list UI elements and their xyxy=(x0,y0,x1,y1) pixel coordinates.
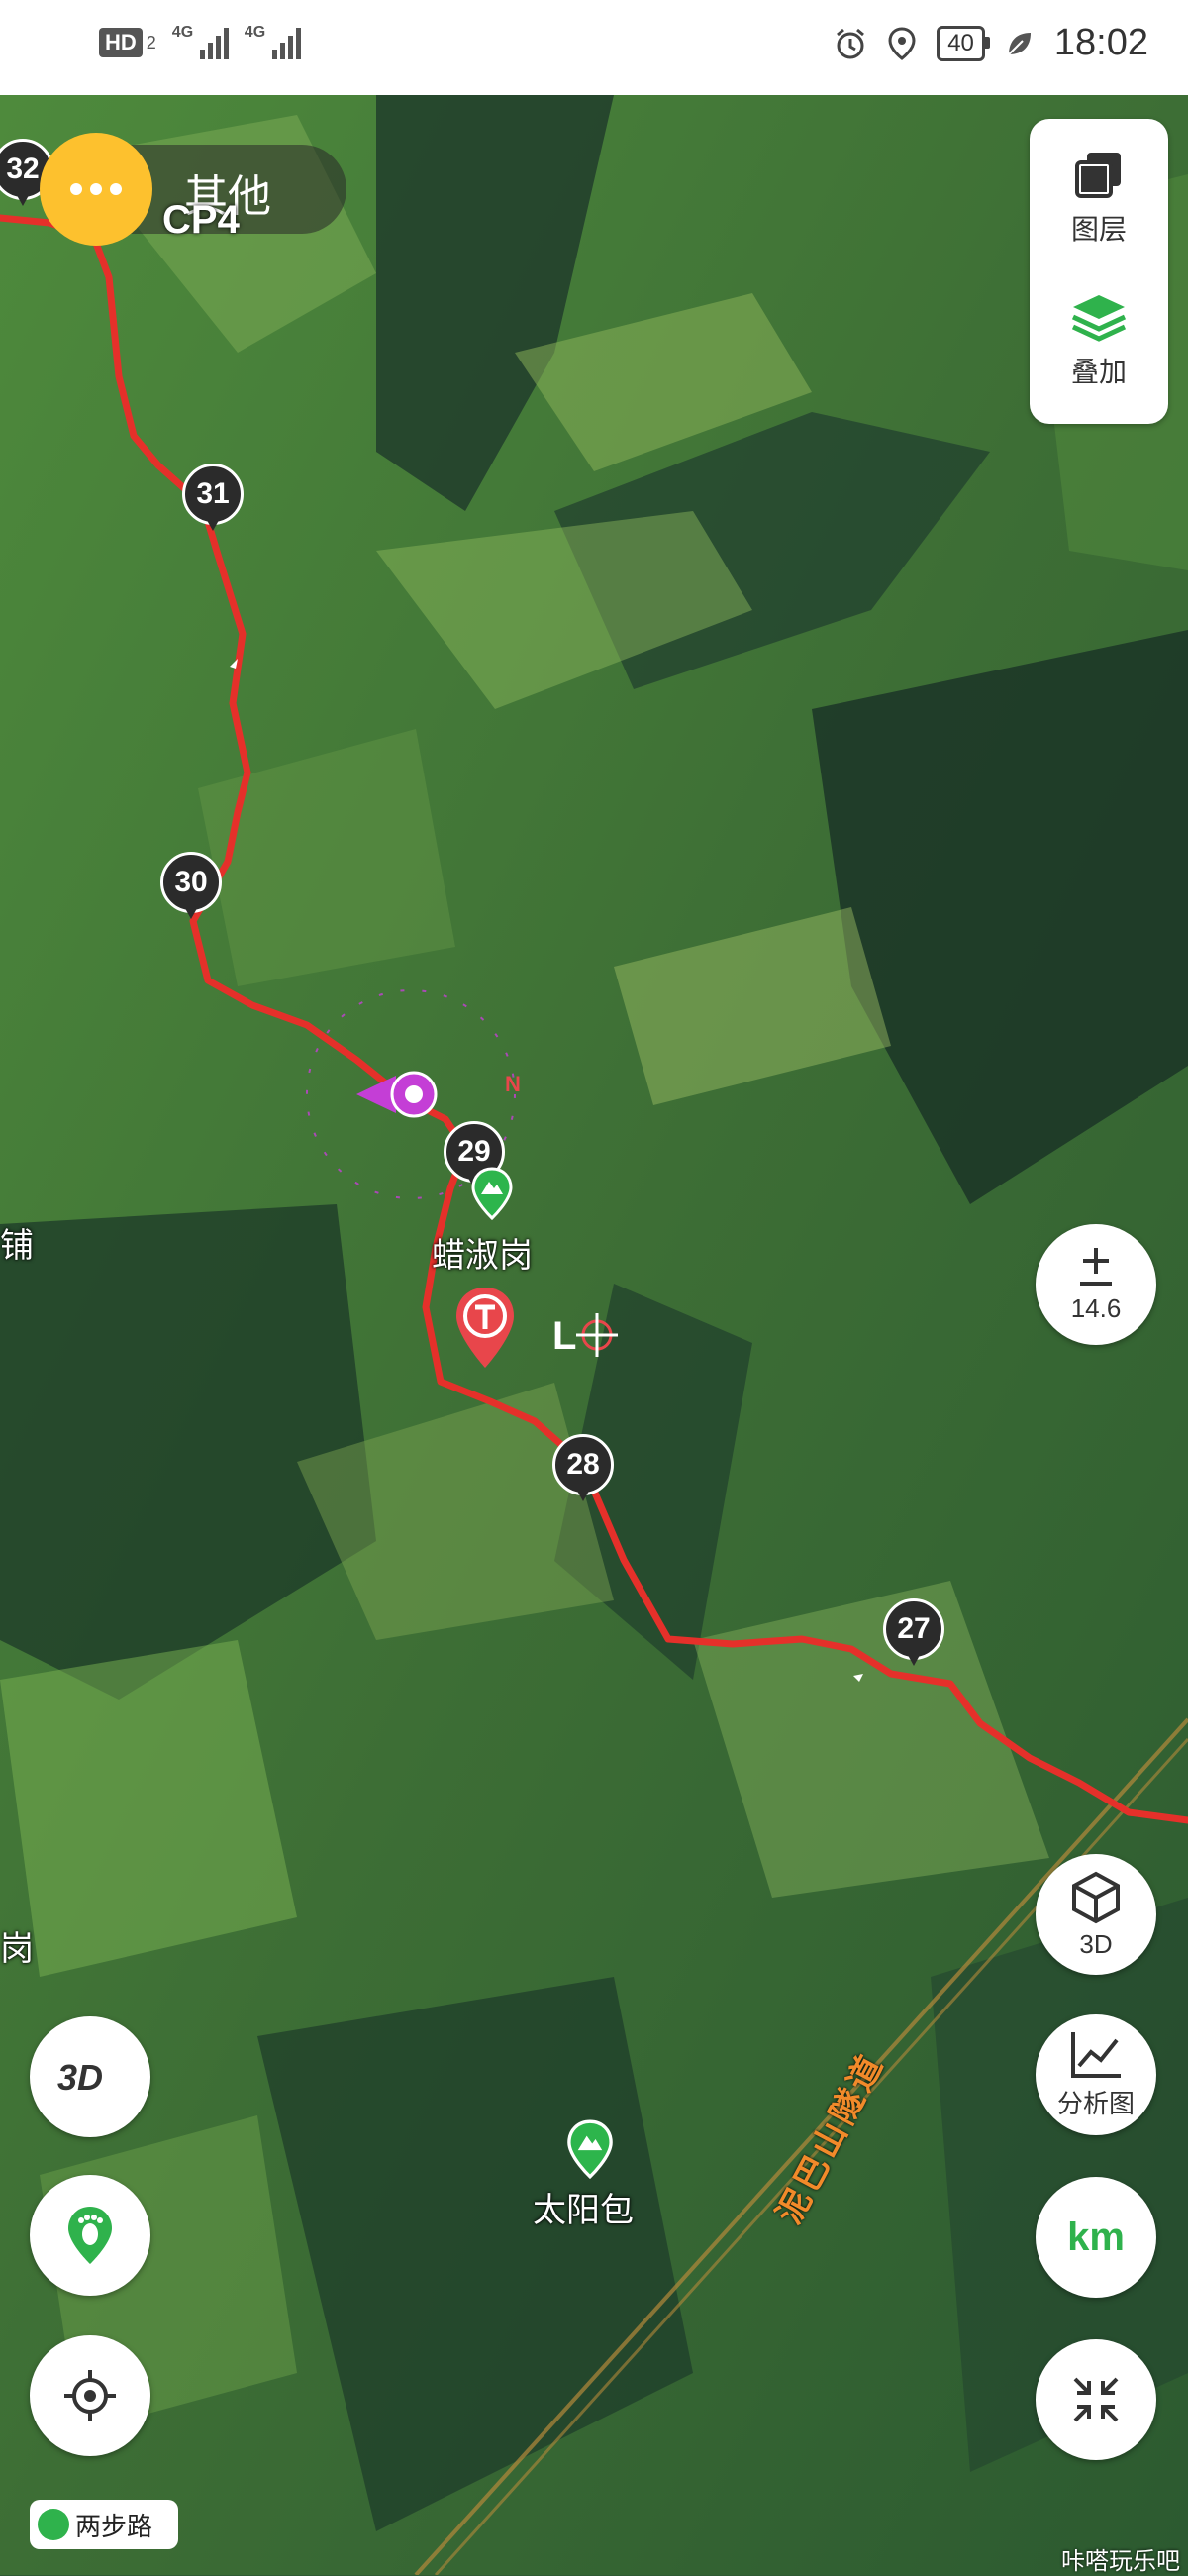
svg-text:L: L xyxy=(552,1314,576,1358)
battery-icon: 40 xyxy=(937,25,990,61)
dot-icon xyxy=(70,183,82,195)
hd-sub: 2 xyxy=(146,32,156,52)
status-bar: HD 2 4G 4G 40 18:02 xyxy=(0,0,1188,95)
place-label-taiyangbao: 太阳包 xyxy=(533,2192,634,2229)
checkpoint-label: CP4 xyxy=(162,198,240,242)
crosshair-icon: L xyxy=(552,1305,632,1370)
map-overlay: N 32 31 30 29 28 27 L 铺 蜡淑岗 岗 太阳包 泥巴山隧道 xyxy=(0,0,1188,2575)
locate-me-button[interactable] xyxy=(30,2335,150,2456)
overlay-button[interactable]: 叠加 xyxy=(1030,271,1168,410)
line-chart-icon xyxy=(1071,2031,1121,2078)
plus-minus-icon xyxy=(1080,1247,1112,1286)
place-label: 铺 xyxy=(0,1227,34,1265)
layers-icon xyxy=(1075,153,1121,198)
brand-logo: 两步路 xyxy=(30,2500,178,2549)
layers-panel: 图层 叠加 xyxy=(1030,119,1168,424)
brand-name: 两步路 xyxy=(75,2511,153,2541)
place-label-peak: 蜡淑岗 xyxy=(432,1237,533,1275)
km-marker-27[interactable]: 27 xyxy=(883,1598,944,1672)
footprint-icon xyxy=(68,2207,112,2264)
layers-label: 图层 xyxy=(1070,214,1127,245)
stack-icon xyxy=(1071,295,1127,342)
collapse-arrows-icon xyxy=(1073,2377,1119,2422)
zoom-level: 14.6 xyxy=(1070,1292,1122,1323)
3d-label: 3D xyxy=(1079,1928,1113,1959)
signal-icon: 4G xyxy=(172,24,229,59)
place-label: 岗 xyxy=(0,1930,34,1968)
3d-text-icon: 3D xyxy=(57,2057,103,2098)
compass-north-label: N xyxy=(505,1072,521,1096)
route-track xyxy=(0,214,1188,1824)
clock: 18:02 xyxy=(1053,22,1148,63)
dot-icon xyxy=(90,183,102,195)
layers-button[interactable]: 图层 xyxy=(1030,129,1168,267)
cube-icon xyxy=(1072,1871,1120,1923)
unit-label: km xyxy=(1067,2215,1125,2259)
3d-button[interactable]: 3D xyxy=(1036,1854,1156,1975)
footprint-button[interactable] xyxy=(30,2175,150,2296)
km-marker-28[interactable]: 28 xyxy=(552,1434,614,1507)
location-icon xyxy=(885,26,919,60)
more-options-button[interactable] xyxy=(40,133,152,246)
dot-icon xyxy=(110,183,122,195)
analysis-chart-button[interactable]: 分析图 xyxy=(1036,2014,1156,2135)
hd-voice-indicator: HD xyxy=(99,28,143,57)
current-location-marker xyxy=(356,1070,446,1119)
watermark: 咔嗒玩乐吧 xyxy=(1061,2548,1180,2575)
mountain-peak-icon[interactable] xyxy=(469,1167,515,1225)
km-marker-30[interactable]: 30 xyxy=(160,852,222,925)
svg-text:3D: 3D xyxy=(57,2057,103,2098)
signal-icon-2: 4G xyxy=(245,24,301,59)
leaf-icon xyxy=(1003,27,1037,60)
mountain-peak-icon[interactable] xyxy=(564,2119,616,2184)
alarm-icon xyxy=(834,27,867,60)
target-icon xyxy=(64,2370,116,2421)
3d-terrain-button[interactable]: 3D xyxy=(30,2016,150,2137)
unit-toggle-button[interactable]: km xyxy=(1036,2177,1156,2298)
collapse-button[interactable] xyxy=(1036,2339,1156,2460)
overlay-label: 叠加 xyxy=(1070,357,1127,387)
trailhead-poi-icon[interactable] xyxy=(453,1286,517,1376)
km-marker-31[interactable]: 31 xyxy=(182,464,244,537)
analysis-label: 分析图 xyxy=(1056,2088,1135,2118)
direction-arrow xyxy=(853,1674,863,1682)
brand-icon xyxy=(38,2509,69,2540)
zoom-button[interactable]: 14.6 xyxy=(1036,1224,1156,1345)
